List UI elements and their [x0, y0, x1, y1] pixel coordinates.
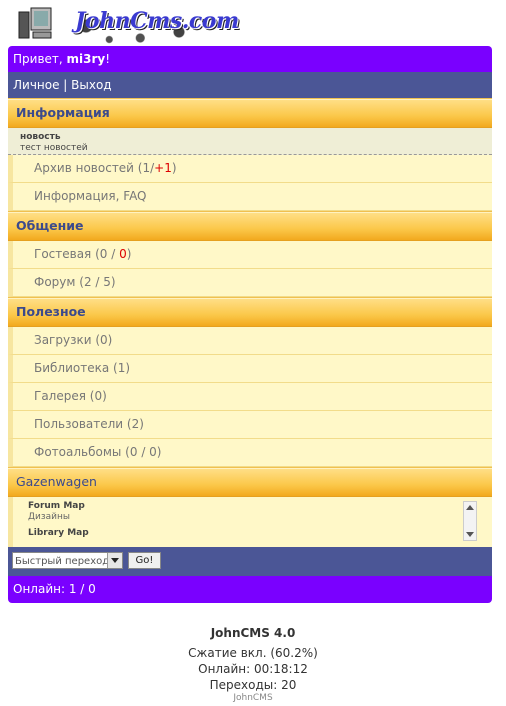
news-block: новость тест новостей: [8, 128, 492, 155]
greeting-bar: Привет, mi3ry!: [8, 46, 492, 72]
footer-transitions: Переходы: 20: [209, 678, 297, 692]
menu-item-library[interactable]: Библиотека (1): [8, 355, 492, 383]
footer: JohnCMS 4.0 Сжатие вкл. (60.2%) Онлайн: …: [0, 626, 506, 703]
quick-jump-bar: Быстрый переход Go!: [8, 547, 492, 576]
guestbook-label: Гостевая (0 /: [34, 247, 120, 261]
footer-compression: Сжатие вкл. (60.2%): [188, 646, 318, 660]
user-nav: Личное | Выход: [8, 72, 492, 98]
news-archive-new: +1: [154, 161, 172, 175]
news-archive-label: Архив новостей (1/: [34, 161, 155, 175]
section-header-social: Общение: [8, 211, 492, 241]
computer-icon: [18, 7, 52, 39]
chevron-down-icon[interactable]: [107, 553, 122, 568]
logo-text: JohnCms.com: [75, 8, 239, 34]
go-button[interactable]: Go!: [128, 552, 161, 569]
site-logo[interactable]: JohnCms.com: [17, 4, 239, 44]
nav-separator: |: [59, 78, 72, 92]
footer-online-time: Онлайн: 00:18:12: [198, 662, 308, 676]
menu-item-gallery[interactable]: Галерея (0): [8, 383, 492, 411]
guestbook-count: 0: [119, 247, 127, 261]
menu-item-faq[interactable]: Информация, FAQ: [8, 183, 492, 211]
news-text: тест новостей: [20, 143, 88, 153]
gazenwagen-scrollbar[interactable]: [463, 501, 477, 541]
menu-item-photoalbums[interactable]: Фотоальбомы (0 / 0): [8, 439, 492, 467]
quick-jump-select[interactable]: Быстрый переход: [12, 552, 123, 569]
gazenwagen-frame: Forum Map Дизайны Library Map: [8, 497, 492, 547]
greeting-prefix: Привет,: [13, 52, 67, 66]
scroll-down-icon[interactable]: [466, 532, 474, 537]
guestbook-close: ): [126, 247, 132, 261]
greeting-suffix: !: [105, 52, 111, 66]
menu-item-forum[interactable]: Форум (2 / 5): [8, 269, 492, 297]
gaz-entry-title[interactable]: Library Map: [28, 528, 476, 539]
section-header-useful: Полезное: [8, 297, 492, 327]
personal-link[interactable]: Личное: [13, 78, 59, 92]
quick-jump-value: Быстрый переход: [15, 556, 110, 567]
online-bar[interactable]: Онлайн: 1 / 0: [8, 576, 492, 603]
footer-copyright[interactable]: JohnCMS: [0, 693, 506, 703]
menu-item-users[interactable]: Пользователи (2): [8, 411, 492, 439]
news-title: новость: [20, 132, 61, 142]
gazenwagen-list[interactable]: Forum Map Дизайны Library Map: [28, 501, 476, 541]
scroll-up-icon[interactable]: [466, 505, 474, 510]
menu-item-news-archive[interactable]: Архив новостей (1/+1): [8, 155, 492, 183]
section-header-info: Информация: [8, 98, 492, 128]
logout-link[interactable]: Выход: [71, 78, 111, 92]
greeting-user: mi3ry: [66, 52, 106, 66]
main-content: Привет, mi3ry! Личное | Выход Информация…: [8, 46, 492, 603]
menu-item-downloads[interactable]: Загрузки (0): [8, 327, 492, 355]
section-header-gazenwagen: Gazenwagen: [8, 467, 492, 497]
news-archive-close: ): [171, 161, 177, 175]
gaz-entry-title[interactable]: Forum Map: [28, 501, 476, 512]
gaz-entry-sub: Дизайны: [28, 512, 71, 522]
footer-version: JohnCMS 4.0: [210, 626, 296, 640]
menu-item-guestbook[interactable]: Гостевая (0 / 0): [8, 241, 492, 269]
